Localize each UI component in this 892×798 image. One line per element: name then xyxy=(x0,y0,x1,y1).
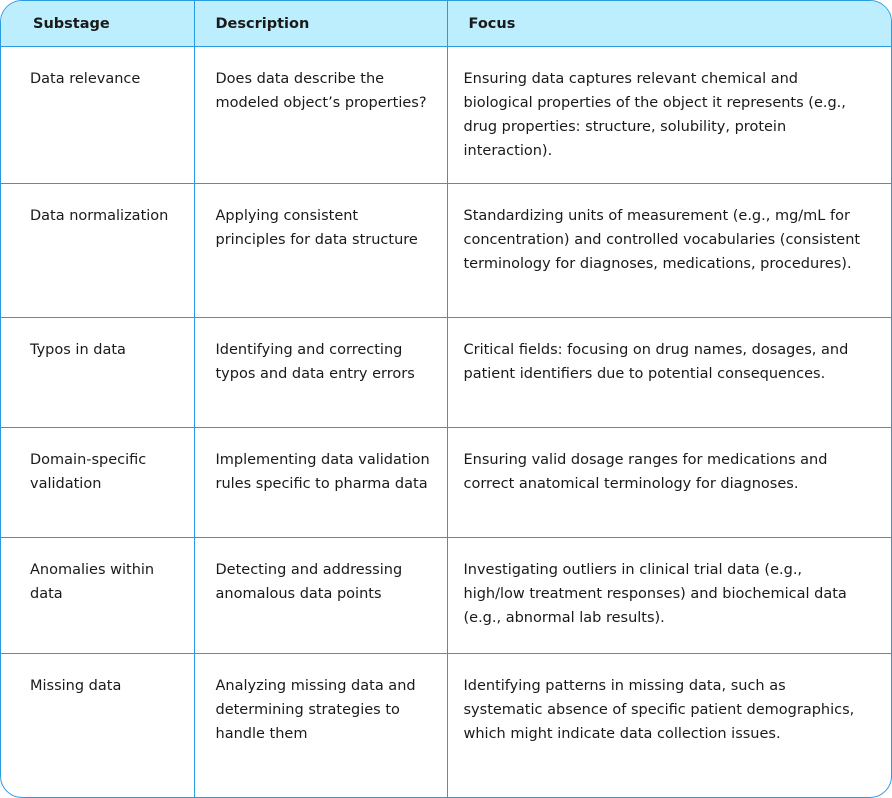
table-row: Data relevance Does data describe the mo… xyxy=(1,46,891,184)
cell-description: Implementing data validation rules speci… xyxy=(194,427,448,538)
cell-substage: Data normalization xyxy=(1,183,195,318)
table-row: Data normalization Applying consistent p… xyxy=(1,183,891,318)
cell-description: Applying consistent principles for data … xyxy=(194,183,448,318)
cell-description: Identifying and correcting typos and dat… xyxy=(194,317,448,428)
cell-substage: Data relevance xyxy=(1,46,195,184)
column-header-substage: Substage xyxy=(1,1,195,47)
cell-focus: Ensuring valid dosage ranges for medicat… xyxy=(447,427,891,538)
cell-description: Analyzing missing data and determining s… xyxy=(194,653,448,797)
cell-focus: Identifying patterns in missing data, su… xyxy=(463,677,855,742)
substage-table: Substage Description Focus Data relevanc… xyxy=(1,1,891,797)
substage-table-container: Substage Description Focus Data relevanc… xyxy=(0,0,892,798)
cell-focus: Ensuring data captures relevant chemical… xyxy=(447,46,891,184)
cell-focus: Standardizing units of measurement (e.g.… xyxy=(447,183,891,318)
table-row: Domain-specific validation Implementing … xyxy=(1,427,891,538)
cell-description: Detecting and addressing anomalous data … xyxy=(194,537,448,654)
cell-substage: Typos in data xyxy=(1,317,195,428)
cell-description: Does data describe the modeled object’s … xyxy=(194,46,448,184)
table-row: Anomalies within data Detecting and addr… xyxy=(1,537,891,654)
cell-substage: Anomalies within data xyxy=(1,537,195,654)
table-header-row: Substage Description Focus xyxy=(1,1,891,47)
cell-substage: Missing data xyxy=(1,653,195,797)
column-header-description: Description xyxy=(194,1,448,47)
column-header-focus: Focus xyxy=(447,1,891,47)
cell-substage: Domain-specific validation xyxy=(1,427,195,538)
table-row: Typos in data Identifying and correcting… xyxy=(1,317,891,428)
cell-focus: Investigating outliers in clinical trial… xyxy=(447,537,891,654)
cell-focus: Critical fields: focusing on drug names,… xyxy=(447,317,891,428)
table-row: Missing data Analyzing missing data and … xyxy=(1,653,891,797)
